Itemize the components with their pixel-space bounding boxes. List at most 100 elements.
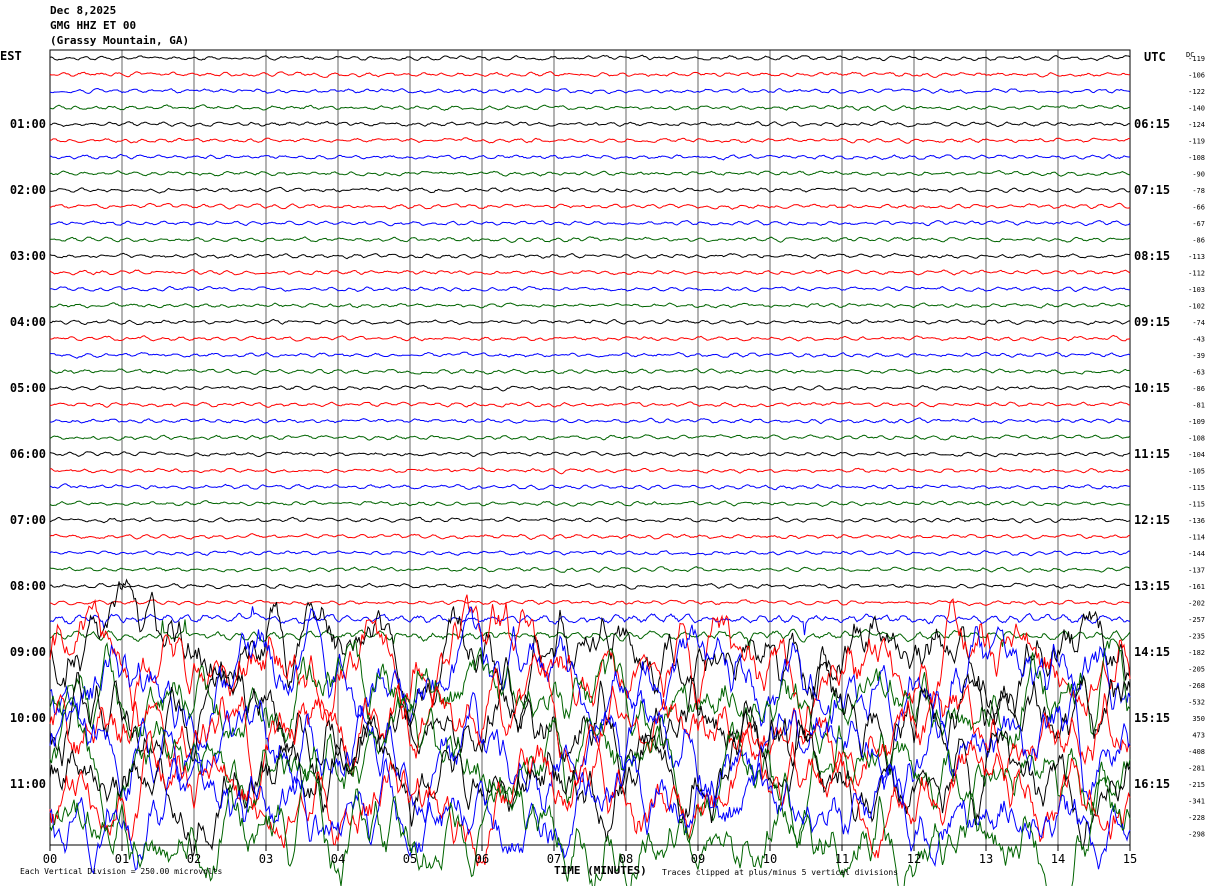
dc-offset-label: -113	[1188, 253, 1205, 261]
trace-line	[49, 87, 1131, 95]
trace-line	[49, 483, 1130, 491]
dc-offset-label: -102	[1188, 303, 1205, 311]
dc-offset-label: -341	[1188, 798, 1205, 806]
seismogram-plot: 00 01 02 03 04 05 06 07 08 09 10 11 12 13 14 15-119-106…	[0, 49, 1205, 886]
dc-offset-label: 473	[1192, 732, 1205, 740]
trace-line	[49, 104, 1131, 111]
right-hour-label: 13:15	[1134, 579, 1170, 593]
dc-header: DC	[1186, 51, 1194, 59]
dc-offset-label: -298	[1188, 831, 1205, 839]
dc-offset-label: -109	[1188, 418, 1205, 426]
trace-line	[49, 186, 1131, 194]
trace-line	[49, 219, 1131, 227]
trace-line	[49, 54, 1131, 62]
dc-offset-label: -74	[1192, 319, 1205, 327]
dc-offset-label: -86	[1192, 237, 1205, 245]
right-hour-label: 16:15	[1134, 777, 1170, 791]
x-tick-label: 10	[763, 852, 777, 866]
dc-offset-label: -112	[1188, 270, 1205, 278]
trace-line	[49, 467, 1131, 475]
trace-line	[49, 202, 1131, 210]
footer-scale: Each Vertical Division = 250.00 microvol…	[20, 867, 222, 876]
trace-line	[49, 351, 1131, 359]
left-timezone: EST	[0, 49, 22, 63]
left-hour-label: 09:00	[10, 645, 46, 659]
dc-offset-label: -257	[1188, 616, 1205, 624]
left-hour-label: 04:00	[10, 315, 46, 329]
dc-offset-label: -124	[1188, 121, 1205, 129]
trace-line	[49, 302, 1131, 309]
trace-line	[49, 384, 1131, 392]
right-hour-label: 15:15	[1134, 711, 1170, 725]
dc-offset-label: -106	[1188, 72, 1205, 80]
trace-line	[49, 550, 1131, 557]
dc-offset-label: -215	[1188, 781, 1205, 789]
left-hour-label: 02:00	[10, 183, 46, 197]
dc-offset-label: -66	[1192, 204, 1205, 212]
dc-offset-label: -114	[1188, 534, 1205, 542]
x-tick-label: 12	[907, 852, 921, 866]
left-hour-label: 06:00	[10, 447, 46, 461]
dc-offset-label: -140	[1188, 105, 1205, 113]
trace-line	[49, 434, 1131, 441]
trace-line	[49, 269, 1131, 276]
dc-offset-label: -137	[1188, 567, 1205, 575]
trace-line	[49, 566, 1131, 573]
right-hour-label: 12:15	[1134, 513, 1170, 527]
dc-offset-label: -281	[1188, 765, 1205, 773]
dc-offset-label: -202	[1188, 600, 1205, 608]
dc-offset-label: -104	[1188, 451, 1205, 459]
trace-line	[49, 417, 1131, 425]
dc-offset-label: -119	[1188, 138, 1205, 146]
dc-offset-label: -67	[1192, 220, 1205, 228]
trace-line	[49, 252, 1131, 260]
trace-line	[49, 170, 1131, 177]
dc-offset-label: -86	[1192, 385, 1205, 393]
trace-line	[49, 582, 1131, 590]
left-hour-label: 03:00	[10, 249, 46, 263]
trace-line	[49, 516, 1131, 524]
right-hour-label: 08:15	[1134, 249, 1170, 263]
dc-offset-label: -122	[1188, 88, 1205, 96]
dc-offset-label: -90	[1192, 171, 1205, 179]
x-tick-label: 04	[331, 852, 345, 866]
left-hour-label: 05:00	[10, 381, 46, 395]
right-hour-label: 11:15	[1134, 447, 1170, 461]
trace-line	[49, 451, 1131, 458]
dc-offset-label: -108	[1188, 154, 1205, 162]
right-timezone: UTC	[1144, 50, 1166, 64]
right-hour-label: 14:15	[1134, 645, 1170, 659]
dc-offset-label: -39	[1192, 352, 1205, 360]
right-hour-label: 06:15	[1134, 117, 1170, 131]
left-hour-label: 08:00	[10, 579, 46, 593]
right-hour-label: 07:15	[1134, 183, 1170, 197]
dc-offset-label: -43	[1192, 336, 1205, 344]
trace-line	[49, 401, 1131, 408]
x-tick-label: 14	[1051, 852, 1065, 866]
trace-line	[49, 318, 1131, 326]
trace-line	[49, 334, 1131, 342]
right-hour-label: 10:15	[1134, 381, 1170, 395]
x-tick-label: 05	[403, 852, 417, 866]
trace-line	[49, 599, 1131, 607]
trace-line	[49, 285, 1131, 293]
x-tick-label: 15	[1123, 852, 1137, 866]
dc-offset-label: -205	[1188, 666, 1205, 674]
trace-line	[49, 137, 1131, 144]
footer-clip: Traces clipped at plus/minus 5 vertical …	[662, 868, 898, 877]
dc-offset-label: -408	[1188, 748, 1205, 756]
x-tick-label: 13	[979, 852, 993, 866]
x-tick-label: 06	[475, 852, 489, 866]
dc-offset-label: -115	[1188, 484, 1205, 492]
dc-offset-label: -81	[1192, 402, 1205, 410]
dc-offset-label: -108	[1188, 435, 1205, 443]
helicorder: Dec 8,2025 GMG HHZ ET 00 (Grassy Mountai…	[0, 0, 1210, 886]
dc-offset-label: -105	[1188, 468, 1205, 476]
trace-line	[49, 368, 1131, 375]
dc-offset-label: -103	[1188, 286, 1205, 294]
dc-offset-label: -115	[1188, 501, 1205, 509]
trace-line	[49, 120, 1131, 128]
trace-line	[49, 71, 1131, 78]
left-hour-label: 10:00	[10, 711, 46, 725]
trace-line	[49, 236, 1131, 244]
